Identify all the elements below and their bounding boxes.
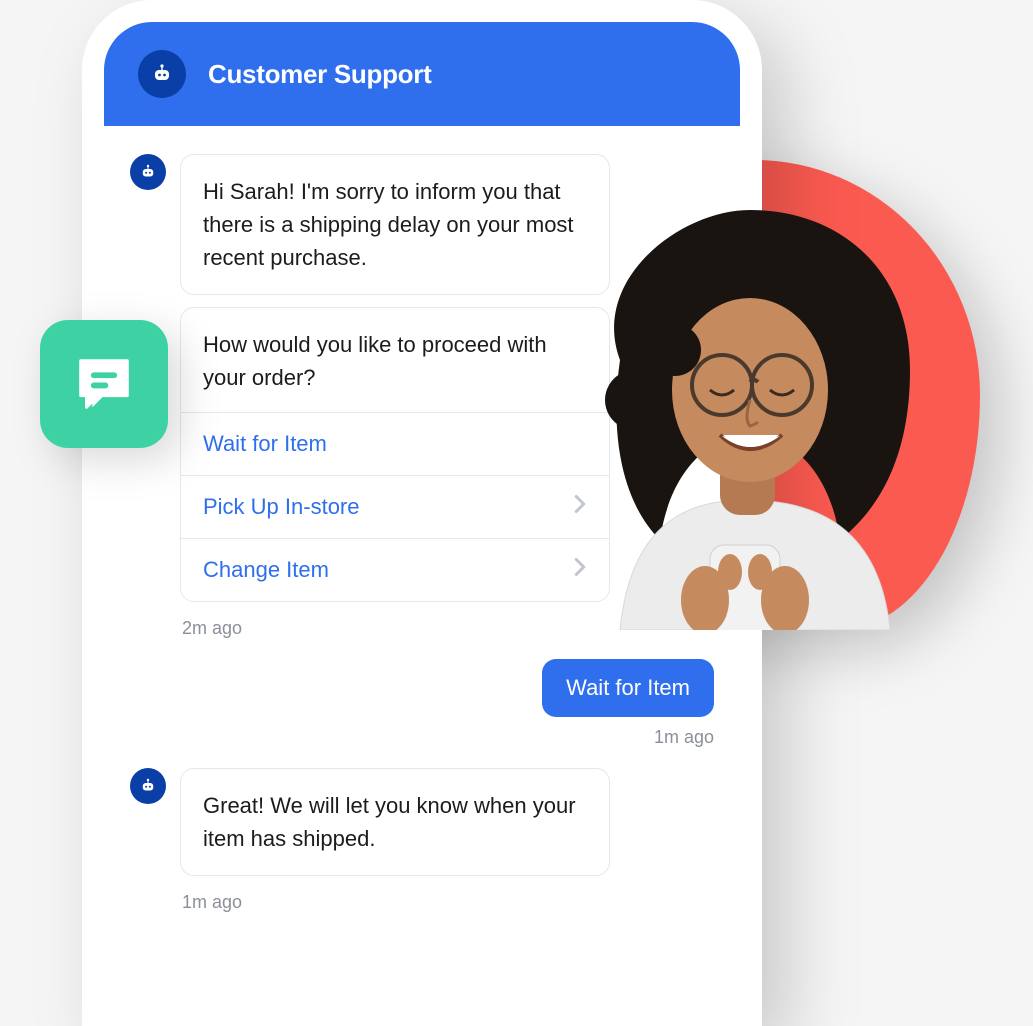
bot-avatar-icon <box>130 154 166 190</box>
bot-message-row: Great! We will let you know when your it… <box>130 768 714 913</box>
user-message-bubble: Wait for Item <box>542 659 714 717</box>
option-label: Change Item <box>203 557 329 583</box>
option-label: Wait for Item <box>203 431 327 457</box>
option-wait-for-item[interactable]: Wait for Item <box>181 412 609 475</box>
timestamp: 1m ago <box>180 892 714 913</box>
bot-avatar-icon <box>130 768 166 804</box>
bot-message-bubble: Hi Sarah! I'm sorry to inform you that t… <box>180 154 610 295</box>
chat-bubble-icon <box>40 320 168 448</box>
option-label: Pick Up In-store <box>203 494 360 520</box>
user-message-row: Wait for Item 1m ago <box>130 659 714 748</box>
chat-title: Customer Support <box>208 59 431 90</box>
user-photo <box>560 200 930 630</box>
option-question: How would you like to proceed with your … <box>181 308 609 412</box>
bot-message-bubble: Great! We will let you know when your it… <box>180 768 610 876</box>
option-panel: How would you like to proceed with your … <box>180 307 610 602</box>
bot-avatar-icon <box>138 50 186 98</box>
option-change-item[interactable]: Change Item <box>181 538 609 601</box>
timestamp: 1m ago <box>654 727 714 748</box>
option-pick-up-in-store[interactable]: Pick Up In-store <box>181 475 609 538</box>
chat-header: Customer Support <box>104 22 740 126</box>
